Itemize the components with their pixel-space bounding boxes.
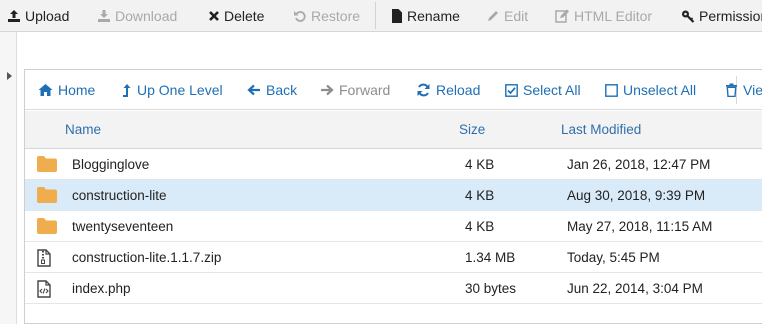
download-icon [98, 9, 110, 22]
permissions-label: Permissions [699, 7, 762, 24]
key-icon [682, 10, 695, 23]
view-trash-label: View [743, 82, 762, 98]
edit-button[interactable]: Edit [486, 0, 528, 31]
toolbar-divider [375, 2, 376, 29]
file-last-modified: May 27, 2018, 11:15 AM [567, 219, 713, 234]
arrow-left-icon [247, 84, 260, 96]
table-row[interactable]: construction-lite 4 KB Aug 30, 2018, 9:39 … [25, 180, 762, 211]
pencil-icon [488, 10, 498, 21]
expand-arrow-icon[interactable] [7, 72, 12, 80]
file-size: 1.34 MB [465, 250, 516, 265]
html-editor-label: HTML Editor [574, 7, 653, 24]
file-last-modified: Jan 26, 2018, 12:47 PM [567, 157, 711, 172]
file-icon [392, 8, 402, 23]
upload-icon [8, 9, 20, 22]
back-button[interactable]: Back [247, 70, 297, 110]
navigation-bar: Home Up One Level Back Forward Reload Se… [25, 70, 762, 110]
download-label: Download [115, 7, 178, 24]
table-row[interactable]: index.php 30 bytes Jun 22, 2014, 3:04 PM [25, 273, 762, 304]
delete-label: Delete [224, 7, 265, 24]
file-size: 4 KB [465, 219, 495, 234]
rename-label: Rename [407, 7, 460, 24]
permissions-button[interactable]: Permissions [681, 0, 762, 31]
reload-button[interactable]: Reload [416, 70, 480, 110]
home-button[interactable]: Home [38, 70, 95, 110]
zip-file-icon [37, 249, 51, 270]
file-last-modified: Today, 5:45 PM [567, 250, 660, 265]
upload-label: Upload [25, 7, 70, 24]
close-icon [209, 10, 219, 21]
file-name: construction-lite [72, 188, 167, 203]
file-size: 4 KB [465, 157, 495, 172]
checkbox-empty-icon [605, 83, 618, 97]
up-one-level-label: Up One Level [137, 82, 223, 98]
refresh-icon [417, 83, 430, 97]
file-table-body: Blogginglove 4 KB Jan 26, 2018, 12:47 PM co… [25, 149, 762, 304]
delete-button[interactable]: Delete [208, 0, 264, 31]
file-name: twentyseventeen [72, 219, 174, 234]
back-label: Back [266, 82, 298, 98]
folder-icon [37, 187, 57, 206]
unselect-all-button[interactable]: Unselect All [605, 70, 696, 110]
html-editor-button[interactable]: HTML Editor [555, 0, 652, 31]
arrow-right-icon [321, 84, 334, 96]
select-all-button[interactable]: Select All [505, 70, 581, 110]
file-manager-toolbar: Upload Download Delete Restore Rename Ed… [0, 0, 762, 32]
file-name: Blogginglove [72, 157, 150, 172]
download-button[interactable]: Download [97, 0, 177, 31]
restore-label: Restore [311, 7, 361, 24]
view-trash-button[interactable]: View [725, 70, 762, 110]
forward-label: Forward [339, 82, 391, 98]
undo-icon [294, 10, 306, 22]
code-file-icon [37, 280, 51, 301]
column-header-last-modified[interactable]: Last Modified [561, 111, 641, 149]
file-name: index.php [72, 281, 131, 296]
reload-label: Reload [436, 82, 481, 98]
column-header-size[interactable]: Size [459, 111, 485, 149]
checkbox-checked-icon [505, 83, 518, 97]
edit-document-icon [555, 9, 569, 23]
edit-label: Edit [504, 7, 529, 24]
folder-icon [37, 218, 57, 237]
folder-icon [37, 156, 57, 175]
unselect-all-label: Unselect All [623, 82, 697, 98]
forward-button[interactable]: Forward [320, 70, 390, 110]
left-panel-gutter[interactable] [0, 32, 17, 324]
up-one-level-button[interactable]: Up One Level [122, 70, 223, 110]
restore-button[interactable]: Restore [293, 0, 360, 31]
upload-button[interactable]: Upload [7, 0, 69, 31]
level-up-icon [123, 83, 131, 97]
file-size: 4 KB [465, 188, 495, 203]
file-table-header: Name Size Last Modified [25, 111, 762, 149]
file-name: construction-lite.1.1.7.zip [72, 250, 222, 265]
file-size: 30 bytes [465, 281, 517, 296]
file-last-modified: Aug 30, 2018, 9:39 PM [567, 188, 706, 203]
home-icon [38, 84, 53, 96]
table-row[interactable]: Blogginglove 4 KB Jan 26, 2018, 12:47 PM [25, 149, 762, 180]
select-all-label: Select All [523, 82, 581, 98]
home-label: Home [58, 82, 96, 98]
rename-button[interactable]: Rename [391, 0, 460, 31]
column-header-name[interactable]: Name [65, 111, 101, 149]
table-row[interactable]: twentyseventeen 4 KB May 27, 2018, 11:15 A… [25, 211, 762, 242]
trash-icon [726, 83, 737, 97]
table-row[interactable]: construction-lite.1.1.7.zip 1.34 MB Today,… [25, 242, 762, 273]
file-last-modified: Jun 22, 2014, 3:04 PM [567, 281, 703, 296]
